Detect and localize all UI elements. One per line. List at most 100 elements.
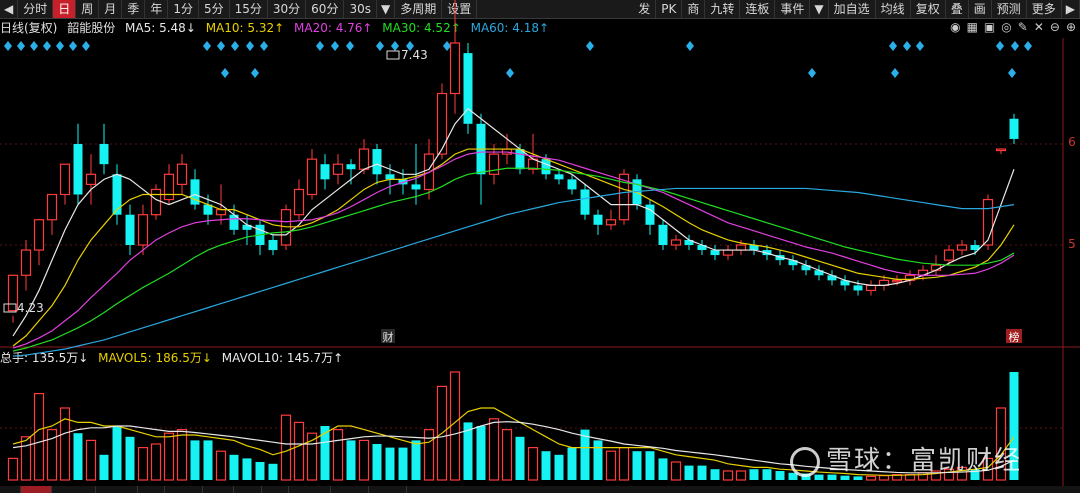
signal-diamond (217, 41, 225, 51)
candle-down (541, 159, 551, 175)
signal-diamond (260, 41, 268, 51)
candle-up (722, 249, 734, 256)
volume-bar-up (501, 429, 513, 481)
signal-diamond (251, 68, 259, 78)
candle-down (853, 285, 863, 291)
y-tick-6: 6 (1068, 135, 1076, 149)
candle-up (46, 193, 58, 221)
ma30-line (12, 167, 1015, 352)
tab-bottom-8[interactable] (262, 486, 290, 493)
volume-bar-up (618, 447, 630, 481)
candle-down (73, 144, 83, 195)
tab-bottom-7[interactable] (234, 486, 262, 493)
volume-bar-down (658, 458, 668, 480)
volume-bar-down (320, 426, 330, 480)
candle-down (385, 174, 395, 180)
kline-chart[interactable]: 6 5 7.43 4.23 财 榜 (0, 0, 1080, 486)
signal-diamond (1008, 68, 1016, 78)
tab-bottom-11[interactable] (369, 486, 407, 493)
signal-diamond (916, 41, 924, 51)
high-price-label: 7.43 (401, 48, 428, 62)
volume-bar-up (176, 429, 188, 481)
snowball-logo-icon (790, 446, 820, 477)
candle-up (33, 219, 45, 251)
tab-bottom-10[interactable] (331, 486, 369, 493)
candle-up (20, 249, 32, 276)
signal-diamond (903, 41, 911, 51)
candle-down (320, 164, 330, 180)
volume-bar-down (515, 436, 525, 480)
volume-bar-down (775, 471, 785, 480)
candle-down (710, 250, 720, 256)
volume-bar-up (332, 429, 344, 481)
volume-bar-up (280, 414, 292, 481)
candle-up (436, 92, 448, 155)
tab-bottom-6[interactable] (203, 486, 235, 493)
candle-up (137, 214, 149, 246)
volume-bar-down (385, 447, 395, 480)
candle-up (332, 163, 344, 175)
signal-diamond (1024, 41, 1032, 51)
tab-bottom-9[interactable] (289, 486, 331, 493)
volume-bar-down (398, 447, 408, 480)
tab-bottom-settings[interactable] (0, 486, 21, 493)
signal-diamond (43, 41, 51, 51)
volume-bar-up (605, 450, 617, 481)
y-tick-5: 5 (1068, 237, 1076, 251)
signal-diamond (1011, 41, 1019, 51)
signal-diamond (69, 41, 77, 51)
candle-up (215, 209, 227, 216)
signal-diamond (17, 41, 25, 51)
candle-down (658, 224, 668, 245)
candle-up (59, 163, 71, 196)
volume-bar-down (710, 469, 720, 480)
candle-up (605, 219, 617, 226)
candle-down (346, 164, 356, 170)
volume-bar-up (85, 439, 97, 481)
candle-up (163, 173, 175, 201)
tab-bottom-4[interactable] (138, 486, 166, 493)
candle-up (449, 42, 461, 95)
volume-bar-down (476, 426, 486, 480)
signal-markers (4, 41, 1032, 78)
volume-bar-down (593, 440, 603, 480)
tab-bottom-5[interactable] (165, 486, 204, 493)
volume-bar-up (449, 371, 461, 481)
volume-bar-up (137, 447, 149, 481)
candle-up (85, 173, 97, 186)
volume-bar-down (372, 444, 382, 480)
volume-bar-down (684, 465, 694, 480)
tab-bottom-2[interactable] (52, 486, 97, 493)
high-price-marker: 7.43 (386, 48, 428, 62)
candle-up (865, 284, 877, 292)
volume-bar-up (488, 418, 500, 481)
candle-up (891, 279, 903, 283)
ma-lines (12, 107, 1015, 357)
candle-down (580, 189, 590, 215)
signal-diamond (203, 41, 211, 51)
volume-bar-down (268, 463, 278, 480)
candle-up (150, 188, 162, 216)
ma5-line (12, 107, 1015, 337)
candle-down (645, 204, 655, 225)
volume-bar-up (423, 429, 435, 481)
candle-up (982, 198, 994, 246)
volume-bar-up (722, 470, 734, 481)
volume-bar-down (411, 440, 421, 480)
tab-bottom-active[interactable] (20, 486, 52, 493)
tab-bottom-3[interactable] (96, 486, 138, 493)
candle-down (1009, 118, 1019, 139)
volume-bar-down (203, 440, 213, 480)
event-bang-marker: 榜 (1006, 329, 1022, 344)
signal-diamond (316, 41, 324, 51)
candle-up (176, 163, 188, 185)
bottom-tabs (0, 486, 1080, 493)
candle-down (567, 179, 577, 190)
signal-diamond (56, 41, 64, 51)
volume-bar-down (99, 454, 109, 480)
low-price-label: 4.23 (17, 301, 44, 315)
signal-diamond (391, 41, 399, 51)
high-marker-box (386, 50, 400, 60)
signal-diamond (331, 41, 339, 51)
candle-down (554, 174, 564, 180)
